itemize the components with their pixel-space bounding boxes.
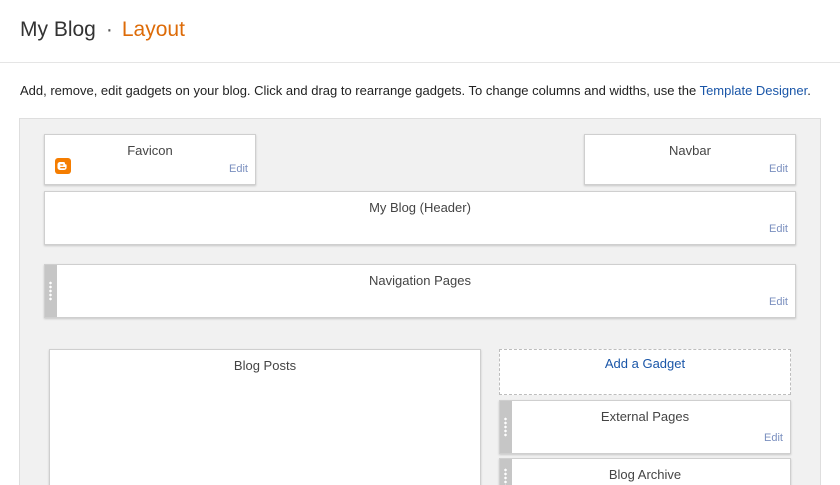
gadget-navbar[interactable]: Navbar Edit [584, 134, 796, 185]
blogger-icon [55, 158, 71, 174]
gadget-external-pages[interactable]: External Pages Edit [499, 400, 791, 454]
blog-name[interactable]: My Blog [20, 18, 96, 41]
gadget-favicon[interactable]: Favicon Edit [44, 134, 256, 185]
gadget-title: Navbar [669, 143, 711, 158]
gadget-navigation-pages[interactable]: Navigation Pages Edit [44, 264, 796, 318]
layout-instructions: Add, remove, edit gadgets on your blog. … [20, 82, 811, 99]
page-header: My Blog · Layout [0, 0, 840, 63]
edit-link[interactable]: Edit [769, 223, 788, 235]
edit-link[interactable]: Edit [769, 163, 788, 175]
breadcrumb-separator: · [105, 18, 113, 41]
gadget-title: Blog Posts [233, 358, 297, 373]
breadcrumb: My Blog · Layout [20, 17, 185, 43]
edit-link[interactable]: Edit [769, 296, 788, 308]
gadget-title: Blog Archive [608, 467, 682, 482]
instructions-text: Add, remove, edit gadgets on your blog. … [20, 83, 700, 98]
template-designer-link[interactable]: Template Designer [700, 83, 808, 98]
add-gadget-button[interactable]: Add a Gadget [499, 349, 791, 395]
instructions-end: . [807, 83, 811, 98]
gadget-title: External Pages [600, 409, 690, 424]
page-title: Layout [121, 18, 185, 41]
gadget-header[interactable]: My Blog (Header) Edit [44, 191, 796, 245]
gadget-title: Navigation Pages [369, 273, 471, 288]
add-gadget-label: Add a Gadget [604, 356, 686, 371]
gadget-title: My Blog (Header) [369, 200, 471, 215]
gadget-title: Favicon [127, 143, 173, 158]
edit-link[interactable]: Edit [764, 432, 783, 444]
gadget-blog-archive[interactable]: Blog Archive [499, 458, 791, 485]
gadget-blog-posts[interactable]: Blog Posts [49, 349, 481, 485]
edit-link[interactable]: Edit [229, 163, 248, 175]
